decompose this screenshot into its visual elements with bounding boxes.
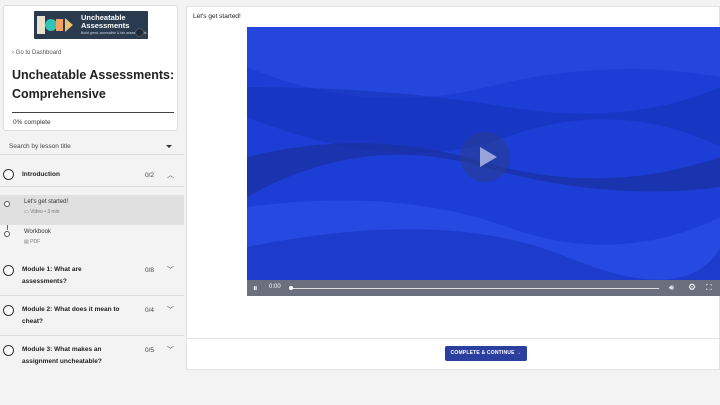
section-title: Introduction [22,171,60,178]
banner-title: Uncheatable Assessments [81,13,130,30]
lesson-content: Let's get started! ⏸ 0:00 🔊︎ ⚙ ⛶ COMPLET… [186,6,720,370]
progress-divider [12,112,174,113]
fullscreen-icon[interactable]: ⛶ [706,283,712,293]
section-module-3[interactable]: Module 3: What makes an assignment unche… [0,337,184,370]
sidebar: Uncheatable Assessments Build great, acc… [0,0,184,370]
course-banner: Uncheatable Assessments Build great, acc… [34,11,148,39]
search-label: Search by lesson title [9,143,71,150]
video-icon: ▭ [24,209,29,215]
lesson-heading: Let's get started! [193,13,241,20]
course-card: Uncheatable Assessments Build great, acc… [3,5,178,131]
section-module-1[interactable]: Module 1: What are assessments? 0/8 ﹀ [0,258,184,296]
section-status-icon [3,169,14,180]
section-title: Module 2: What does it mean to cheat? [22,306,120,325]
video-progress-knob[interactable] [289,286,293,290]
lesson-title: Let's get started! [24,199,69,205]
section-count: 0/2 [145,172,155,179]
pause-play-icon[interactable]: ⏸ [253,283,258,294]
lesson-item[interactable]: Let's get started! ▭ Video • 3 min [0,195,184,225]
course-title: Uncheatable Assessments: Comprehensive [12,68,175,101]
section-title: Module 1: What are assessments? [22,266,82,285]
section-status-icon [3,305,14,316]
play-icon [480,147,497,167]
lesson-meta: ▭ Video • 3 min [24,209,60,215]
footer-divider [187,338,720,339]
lesson-meta: ▤ PDF [24,239,41,245]
chevron-down-icon [166,145,172,148]
section-status-icon [3,345,14,356]
chevron-left-icon: ‹ [12,50,14,56]
section-introduction[interactable]: Introduction 0/2 ︿ [0,163,184,187]
lesson-title: Workbook [24,229,51,235]
lesson-item[interactable]: Workbook ▤ PDF [0,225,184,255]
banner-logo-icon [37,16,73,34]
video-progress-track[interactable] [291,287,659,289]
section-count: 0/5 [145,347,155,354]
lesson-status-icon [4,231,10,237]
chevron-down-icon: ﹀ [167,307,174,314]
pdf-icon: ▤ [24,239,29,245]
section-module-2[interactable]: Module 2: What does it mean to cheat? 0/… [0,297,184,336]
gear-icon[interactable]: ⚙ [688,282,696,293]
complete-continue-button[interactable]: COMPLETE & CONTINUE → [445,346,527,361]
section-count: 0/4 [145,307,155,314]
arrow-right-icon: → [516,350,522,356]
play-button[interactable] [460,132,510,182]
video-controls: ⏸ 0:00 🔊︎ ⚙ ⛶ [247,280,720,296]
lesson-search[interactable]: Search by lesson title [0,139,184,155]
chevron-down-icon: ﹀ [167,267,174,274]
chevron-down-icon: ﹀ [167,347,174,354]
volume-icon[interactable]: 🔊︎ [669,283,674,293]
section-status-icon [3,265,14,276]
section-count: 0/8 [145,267,155,274]
progress-text: 0% complete [13,119,51,126]
lesson-status-icon [4,201,10,207]
banner-badge [135,28,144,37]
video-time: 0:00 [269,284,281,290]
video-player[interactable]: ⏸ 0:00 🔊︎ ⚙ ⛶ [247,27,720,296]
section-title: Module 3: What makes an assignment unche… [22,346,102,365]
chevron-up-icon: ︿ [167,172,174,179]
back-to-dashboard-link[interactable]: ‹ Go to Dashboard [12,50,61,56]
